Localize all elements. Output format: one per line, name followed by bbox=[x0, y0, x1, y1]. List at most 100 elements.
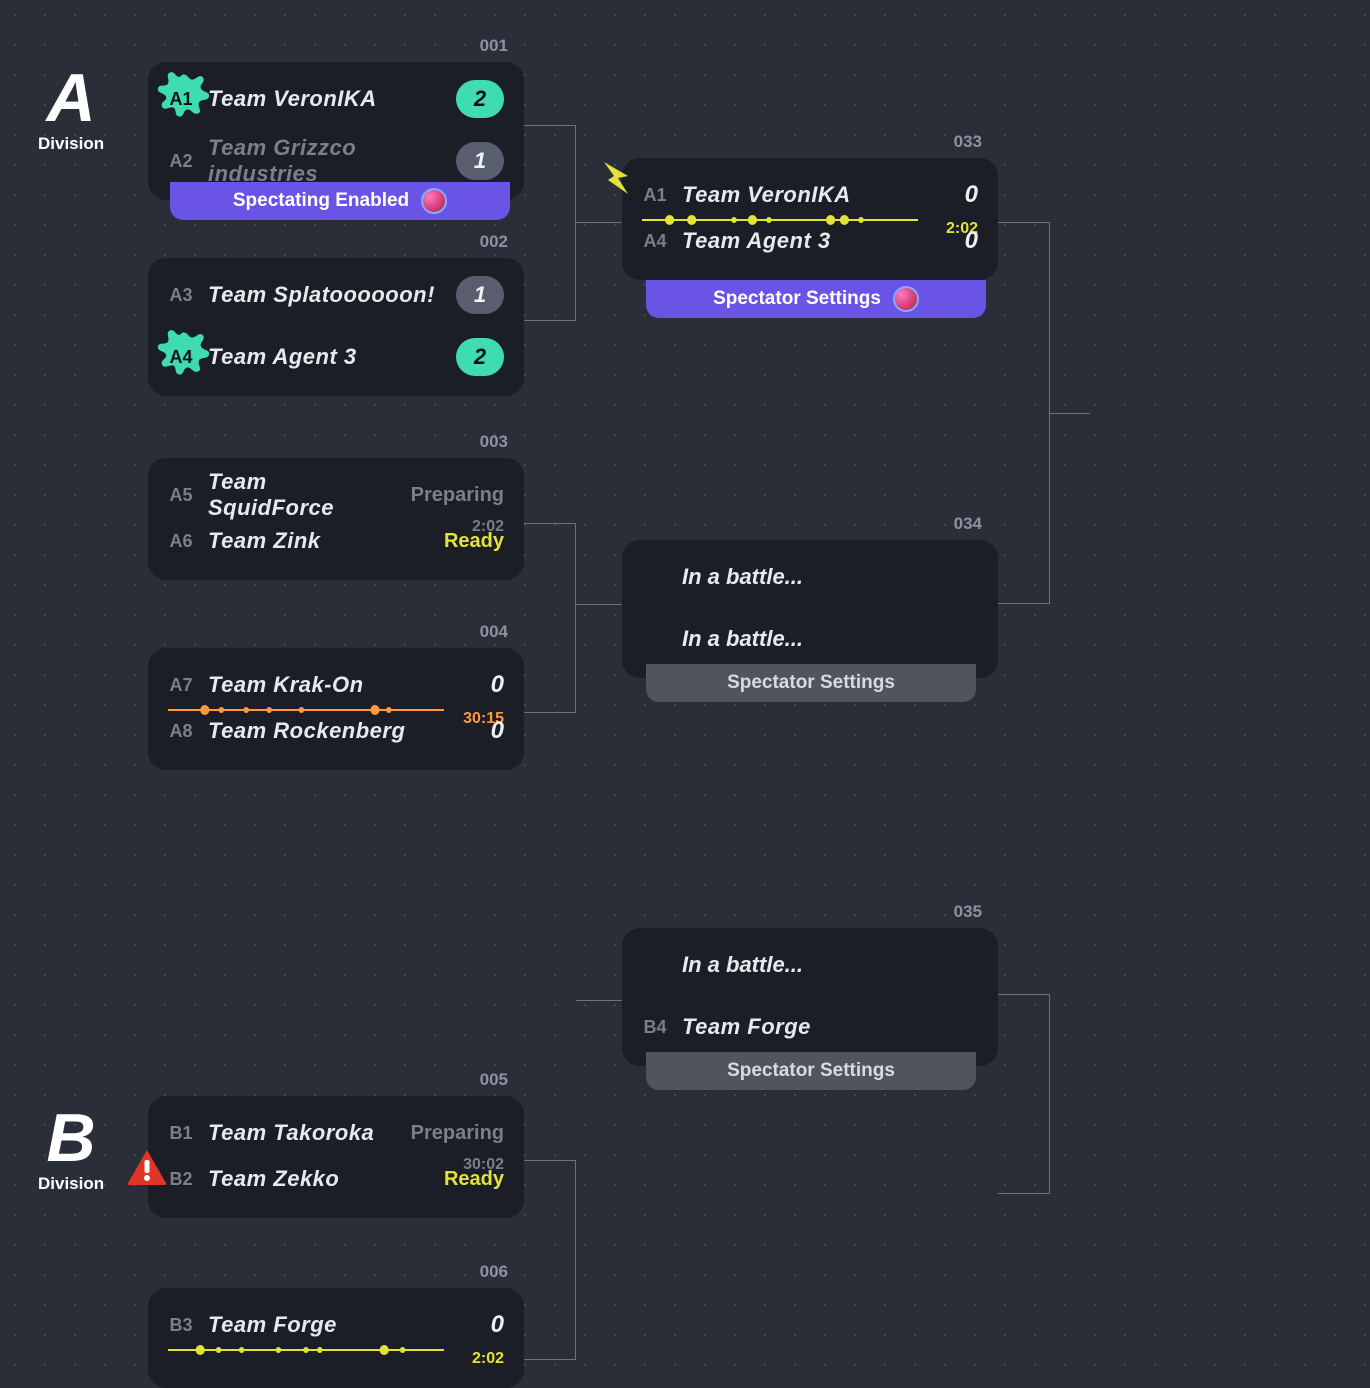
team-status: Ready bbox=[444, 530, 504, 553]
match-card-002[interactable]: 002 A3 Team Splatoooooon! 1 A4 Team Agen… bbox=[148, 258, 524, 396]
match-number: 002 bbox=[480, 232, 508, 252]
spectator-settings-button[interactable]: Spectator Settings bbox=[646, 664, 976, 702]
team-name: Team Zink bbox=[208, 528, 430, 554]
team-score: 0 bbox=[480, 717, 504, 745]
team-seed: A6 bbox=[168, 531, 194, 552]
team-name: Team Agent 3 bbox=[208, 344, 442, 370]
spectating-enabled-bar[interactable]: Spectating Enabled bbox=[170, 182, 510, 220]
team-seed: A4 bbox=[642, 231, 668, 252]
match-card-003[interactable]: 003 A5 Team SquidForce Preparing 2:02 A6… bbox=[148, 458, 524, 580]
team-row[interactable]: A1 Team VeronIKA 2 bbox=[168, 76, 504, 122]
bracket-connector bbox=[524, 1160, 576, 1360]
match-progress-line bbox=[168, 1344, 444, 1356]
team-row[interactable]: B3 Team Forge 0 bbox=[168, 1302, 504, 1348]
team-name: Team Takoroka bbox=[208, 1120, 397, 1146]
bracket-connector bbox=[576, 1000, 622, 1001]
team-seed: A1 bbox=[642, 185, 668, 206]
team-seed: A1 bbox=[168, 89, 194, 110]
team-row[interactable]: A6 Team Zink Ready bbox=[168, 518, 504, 564]
team-score-badge: 1 bbox=[456, 142, 504, 180]
division-word: Division bbox=[38, 134, 104, 154]
bracket-connector bbox=[524, 125, 576, 321]
match-card-006[interactable]: 006 B3 Team Forge 0 2:02 bbox=[148, 1288, 524, 1388]
match-number: 034 bbox=[954, 514, 982, 534]
team-seed: A3 bbox=[168, 285, 194, 306]
team-name: Team VeronIKA bbox=[682, 182, 940, 208]
team-name: Team Splatoooooon! bbox=[208, 282, 442, 308]
team-row[interactable]: A1 Team VeronIKA 0 bbox=[642, 172, 978, 218]
spectator-label: Spectator Settings bbox=[727, 672, 895, 694]
team-seed: A5 bbox=[168, 485, 194, 506]
spectator-avatar-icon bbox=[893, 286, 919, 312]
division-a-label: A Division bbox=[38, 64, 104, 154]
team-status: Ready bbox=[444, 1168, 504, 1191]
team-score-badge: 2 bbox=[456, 80, 504, 118]
spectator-label: Spectator Settings bbox=[713, 288, 881, 310]
division-b-label: B Division bbox=[38, 1104, 104, 1194]
match-card-005[interactable]: 005 B1 Team Takoroka Preparing 30:02 B2 … bbox=[148, 1096, 524, 1218]
bracket-connector bbox=[524, 523, 576, 713]
team-row[interactable]: B1 Team Takoroka Preparing bbox=[168, 1110, 504, 1156]
team-status: Preparing bbox=[411, 484, 504, 507]
spectator-label: Spectating Enabled bbox=[233, 190, 409, 212]
team-row[interactable]: B4 Team Forge bbox=[642, 1004, 978, 1050]
team-seed: A2 bbox=[168, 151, 194, 172]
spectator-label: Spectator Settings bbox=[727, 1060, 895, 1082]
match-number: 006 bbox=[480, 1262, 508, 1282]
team-seed: B3 bbox=[168, 1315, 194, 1336]
team-name: Team Rockenberg bbox=[208, 718, 466, 744]
team-row[interactable]: B2 Team Zekko Ready bbox=[168, 1156, 504, 1202]
spectator-settings-button[interactable]: Spectator Settings bbox=[646, 280, 986, 318]
team-name: Team Krak-On bbox=[208, 672, 466, 698]
team-seed: B4 bbox=[642, 1017, 668, 1038]
team-name: Team Grizzco industries bbox=[208, 135, 442, 187]
match-card-004[interactable]: 004 A7 Team Krak-On 0 30:15 A8 Team Rock… bbox=[148, 648, 524, 770]
team-name: Team SquidForce bbox=[208, 469, 397, 521]
team-score-badge: 1 bbox=[456, 276, 504, 314]
bracket-connector bbox=[576, 604, 622, 605]
team-row[interactable]: A4 Team Agent 3 2 bbox=[168, 334, 504, 380]
team-score: 0 bbox=[480, 671, 504, 699]
division-letter: B bbox=[38, 1104, 104, 1172]
team-row[interactable]: A2 Team Grizzco industries 1 bbox=[168, 138, 504, 184]
team-name: Team Forge bbox=[682, 1014, 978, 1040]
battle-status-text: In a battle... bbox=[682, 554, 978, 600]
battle-status-text: In a battle... bbox=[682, 616, 978, 662]
team-score: 0 bbox=[954, 227, 978, 255]
bracket-connector bbox=[1050, 413, 1090, 414]
team-name: Team Agent 3 bbox=[682, 228, 940, 254]
team-row[interactable]: A5 Team SquidForce Preparing bbox=[168, 472, 504, 518]
match-card-035[interactable]: 035 In a battle... B4 Team Forge bbox=[622, 928, 998, 1066]
match-card-034[interactable]: 034 In a battle... In a battle... bbox=[622, 540, 998, 678]
team-seed: A4 bbox=[168, 347, 194, 368]
team-name: Team VeronIKA bbox=[208, 86, 442, 112]
arrow-indicator-icon bbox=[598, 158, 638, 203]
match-number: 004 bbox=[480, 622, 508, 642]
match-number: 001 bbox=[480, 36, 508, 56]
match-card-033[interactable]: 033 A1 Team VeronIKA 0 2:02 A4 Team Agen… bbox=[622, 158, 998, 280]
team-seed: B1 bbox=[168, 1123, 194, 1144]
match-number: 003 bbox=[480, 432, 508, 452]
match-number: 005 bbox=[480, 1070, 508, 1090]
team-score: 0 bbox=[480, 1311, 504, 1339]
spectator-avatar-icon bbox=[421, 188, 447, 214]
team-row[interactable]: A4 Team Agent 3 0 bbox=[642, 218, 978, 264]
alert-icon bbox=[126, 1148, 168, 1191]
spectator-settings-button[interactable]: Spectator Settings bbox=[646, 1052, 976, 1090]
match-card-001[interactable]: 001 A1 Team VeronIKA 2 A2 Team Grizzco i… bbox=[148, 62, 524, 200]
match-timer: 2:02 bbox=[472, 1350, 504, 1368]
team-name: Team Zekko bbox=[208, 1166, 430, 1192]
team-score-badge: 2 bbox=[456, 338, 504, 376]
bracket-connector bbox=[998, 222, 1050, 604]
bracket-connector bbox=[576, 222, 622, 223]
team-score: 0 bbox=[954, 181, 978, 209]
team-seed: A7 bbox=[168, 675, 194, 696]
team-row[interactable]: A7 Team Krak-On 0 bbox=[168, 662, 504, 708]
team-row[interactable]: A8 Team Rockenberg 0 bbox=[168, 708, 504, 754]
team-status: Preparing bbox=[411, 1122, 504, 1145]
division-letter: A bbox=[38, 64, 104, 132]
match-number: 035 bbox=[954, 902, 982, 922]
team-name: Team Forge bbox=[208, 1312, 466, 1338]
battle-status-text: In a battle... bbox=[682, 942, 978, 988]
team-row[interactable]: A3 Team Splatoooooon! 1 bbox=[168, 272, 504, 318]
